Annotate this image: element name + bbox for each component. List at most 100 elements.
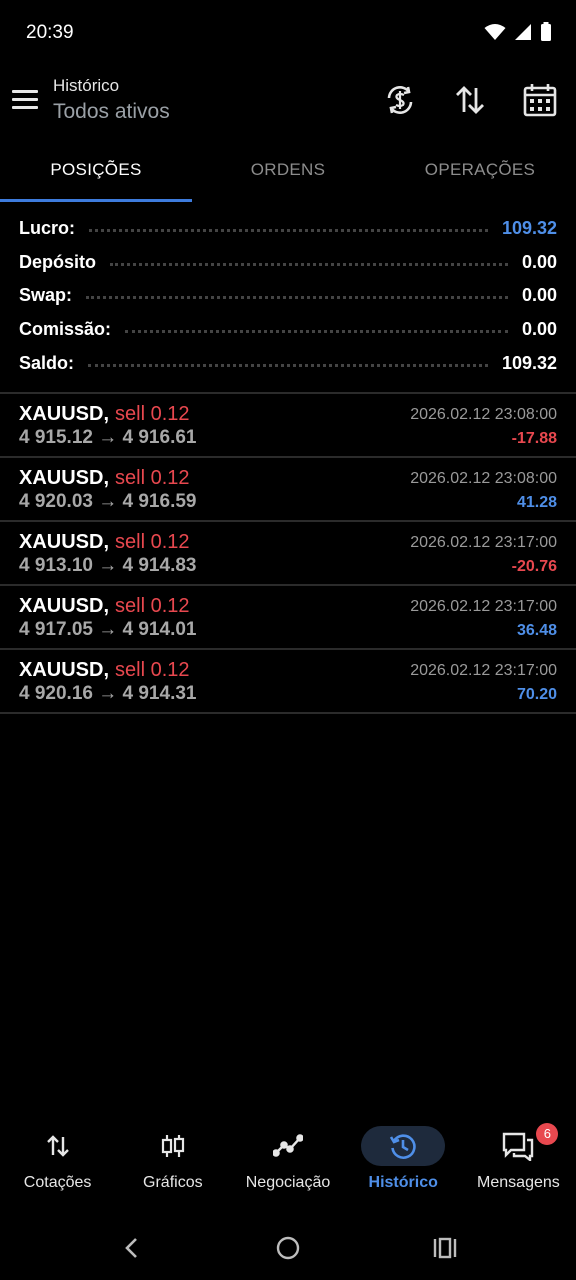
nav-icon-container [16,1126,100,1166]
nav-label: Cotações [23,1174,92,1191]
deal-row[interactable]: XAUUSD, sell 0.12 4 920.03 → 4 916.59 20… [0,458,576,522]
deal-side: sell 0.12 [115,403,190,425]
commission-value: 0.00 [521,319,557,340]
recents-icon [433,1237,457,1259]
commission-label: Comissão: [19,319,112,340]
deal-symbol: XAUUSD, [19,467,110,489]
dot-leader [125,330,508,334]
signal-icon [515,24,531,40]
deal-row[interactable]: XAUUSD, sell 0.12 4 920.16 → 4 914.31 20… [0,650,576,714]
deal-prices: 4 920.16 → 4 914.31 [19,683,197,704]
deal-row[interactable]: XAUUSD, sell 0.12 4 913.10 → 4 914.83 20… [0,522,576,586]
nav-charts[interactable]: Gráficos [115,1120,230,1216]
status-time: 20:39 [26,22,74,43]
tab-positions[interactable]: POSIÇÕES [0,138,192,202]
sort-arrows-icon [456,86,484,114]
nav-quotes[interactable]: Cotações [0,1120,115,1216]
calendar-icon [523,84,557,117]
header-actions [382,82,558,118]
summary-row-commission: Comissão: 0.00 [0,313,576,347]
deal-prices: 4 917.05 → 4 914.01 [19,619,197,640]
menu-button[interactable] [12,84,42,114]
summary-row-deposit: Depósito 0.00 [0,246,576,280]
profit-value: 109.32 [501,218,557,239]
deal-time: 2026.02.12 23:08:00 [410,406,557,423]
dot-leader [110,262,508,266]
currency-exchange-button[interactable] [382,82,418,118]
deals-list: XAUUSD, sell 0.12 4 915.12 → 4 916.61 20… [0,394,576,714]
bottom-nav: Cotações Gráficos Negociação Histórico 6… [0,1120,576,1216]
profit-label: Lucro: [19,218,75,239]
deal-profit: 70.20 [516,686,557,703]
deal-side: sell 0.12 [115,595,190,617]
deal-profit: 41.28 [516,494,557,511]
deal-prices: 4 920.03 → 4 916.59 [19,491,197,512]
summary-row-swap: Swap: 0.00 [0,279,576,313]
deal-symbol: XAUUSD, [19,403,110,425]
status-icons [484,22,552,42]
history-clock-icon [390,1134,416,1159]
menu-icon-line [12,97,38,101]
swap-label: Swap: [19,285,73,306]
dot-leader [89,229,488,233]
deal-symbol: XAUUSD, [19,531,110,553]
tab-deals[interactable]: OPERAÇÕES [384,138,576,202]
nav-icon-container: 6 [476,1123,560,1166]
deal-row[interactable]: XAUUSD, sell 0.12 4 917.05 → 4 914.01 20… [0,586,576,650]
page-title: Histórico [53,76,120,95]
candlestick-chart-icon [161,1135,184,1157]
deal-prices: 4 915.12 → 4 916.61 [19,427,197,448]
deal-prices: 4 913.10 → 4 914.83 [19,555,197,576]
deal-side: sell 0.12 [115,659,190,681]
deposit-label: Depósito [19,251,97,272]
summary-panel: Lucro: 109.32 Depósito 0.00 Swap: 0.00 C… [0,212,576,380]
deal-symbol: XAUUSD, [19,595,110,617]
app-header: Histórico Todos ativos [0,66,576,138]
deal-time: 2026.02.12 23:17:00 [410,598,557,615]
system-nav-bar [0,1216,576,1280]
messages-icon [503,1132,534,1161]
deal-profit: -20.76 [511,558,557,575]
deal-side: sell 0.12 [115,467,190,489]
sort-button[interactable] [452,82,488,118]
nav-messages[interactable]: 6 Mensagens [461,1120,576,1216]
deal-symbol: XAUUSD, [19,659,110,681]
summary-row-profit: Lucro: 109.32 [0,212,576,246]
symbol-filter[interactable]: Todos ativos [53,100,170,124]
calendar-button[interactable] [522,82,558,118]
nav-label: Negociação [245,1174,331,1191]
nav-icon-container [131,1126,215,1166]
nav-trade[interactable]: Negociação [230,1120,345,1216]
menu-icon-line [12,105,38,109]
nav-history[interactable]: Histórico [346,1120,461,1216]
balance-value: 109.32 [501,352,557,373]
deal-time: 2026.02.12 23:17:00 [410,534,557,551]
messages-badge: 6 [536,1123,559,1145]
back-chevron-icon [125,1238,137,1258]
nav-label: Mensagens [477,1174,560,1191]
deal-time: 2026.02.12 23:17:00 [410,662,557,679]
dot-leader [86,296,508,300]
history-tabs: POSIÇÕES ORDENS OPERAÇÕES [0,138,576,202]
system-back-button[interactable] [115,1232,147,1264]
nav-label: Histórico [368,1174,438,1191]
header-titles[interactable]: Histórico Todos ativos [53,76,170,124]
nav-icon-container [246,1126,330,1166]
quotes-arrows-icon [46,1135,69,1157]
deal-side: sell 0.12 [115,531,190,553]
balance-label: Saldo: [19,352,75,373]
trade-line-icon [273,1134,303,1157]
system-recents-button[interactable] [429,1232,461,1264]
battery-icon [541,22,551,41]
home-circle-icon [276,1236,300,1260]
deposit-value: 0.00 [521,251,557,272]
deal-time: 2026.02.12 23:08:00 [410,470,557,487]
tab-orders[interactable]: ORDENS [192,138,384,202]
deal-profit: 36.48 [516,622,557,639]
menu-icon-line [12,89,38,93]
system-home-button[interactable] [272,1232,304,1264]
swap-value: 0.00 [521,285,557,306]
summary-row-balance: Saldo: 109.32 [0,346,576,380]
deal-row[interactable]: XAUUSD, sell 0.12 4 915.12 → 4 916.61 20… [0,394,576,458]
deal-profit: -17.88 [511,430,557,447]
